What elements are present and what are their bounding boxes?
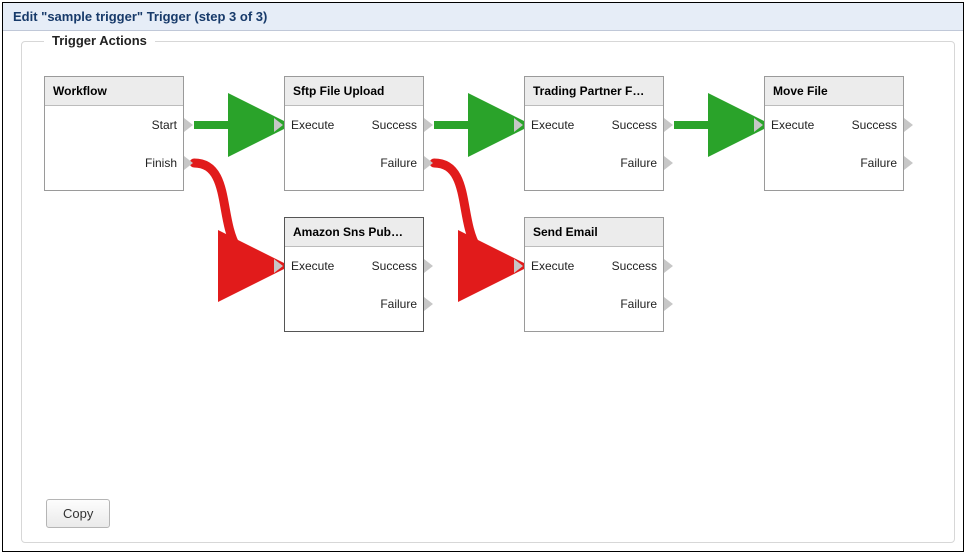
port-failure[interactable]: Failure [620,297,657,311]
port-execute[interactable]: Execute [291,259,334,273]
arrowhead-icon [274,118,283,132]
arrowhead-icon [664,259,673,273]
port-execute[interactable]: Execute [531,259,574,273]
node-trading[interactable]: Trading Partner F… Execute Success Failu… [524,76,664,191]
edge-sftp-failure-to-email [434,163,512,266]
node-email-title: Send Email [525,218,663,247]
arrowhead-icon [664,297,673,311]
node-sftp-title: Sftp File Upload [285,77,423,106]
port-finish[interactable]: Finish [145,156,177,170]
node-email[interactable]: Send Email Execute Success Failure [524,217,664,332]
port-failure[interactable]: Failure [380,297,417,311]
edge-finish-to-sns [194,163,272,266]
port-success[interactable]: Success [612,118,657,132]
arrowhead-icon [514,118,523,132]
arrowhead-icon [184,118,193,132]
editor-window: Edit "sample trigger" Trigger (step 3 of… [2,2,964,552]
arrowhead-icon [424,118,433,132]
port-execute[interactable]: Execute [291,118,334,132]
workflow-canvas[interactable]: Workflow Start Finish Sftp File Upload E… [34,76,948,492]
port-failure[interactable]: Failure [620,156,657,170]
window-title: Edit "sample trigger" Trigger (step 3 of… [3,3,963,31]
node-sns-title: Amazon Sns Pub… [285,218,423,247]
port-success[interactable]: Success [372,259,417,273]
node-trading-title: Trading Partner F… [525,77,663,106]
arrowhead-icon [274,259,283,273]
arrowhead-icon [664,156,673,170]
port-success[interactable]: Success [612,259,657,273]
port-start[interactable]: Start [152,118,177,132]
copy-button[interactable]: Copy [46,499,110,528]
arrowhead-icon [514,259,523,273]
node-sns-body: Execute Success Failure [285,247,423,331]
arrowhead-icon [904,118,913,132]
port-execute[interactable]: Execute [531,118,574,132]
node-trading-body: Execute Success Failure [525,106,663,190]
node-workflow-title: Workflow [45,77,183,106]
arrowhead-icon [424,297,433,311]
panel-title: Trigger Actions [44,33,155,48]
arrowhead-icon [664,118,673,132]
node-workflow[interactable]: Workflow Start Finish [44,76,184,191]
port-success[interactable]: Success [852,118,897,132]
node-sftp[interactable]: Sftp File Upload Execute Success Failure [284,76,424,191]
port-execute[interactable]: Execute [771,118,814,132]
arrowhead-icon [424,156,433,170]
node-sftp-body: Execute Success Failure [285,106,423,190]
node-move-title: Move File [765,77,903,106]
node-email-body: Execute Success Failure [525,247,663,331]
arrowhead-icon [184,156,193,170]
arrowhead-icon [904,156,913,170]
node-workflow-body: Start Finish [45,106,183,190]
port-failure[interactable]: Failure [380,156,417,170]
arrowhead-icon [754,118,763,132]
port-success[interactable]: Success [372,118,417,132]
trigger-actions-panel: Trigger Actions [21,41,955,543]
arrowhead-icon [424,259,433,273]
port-failure[interactable]: Failure [860,156,897,170]
node-move[interactable]: Move File Execute Success Failure [764,76,904,191]
node-move-body: Execute Success Failure [765,106,903,190]
node-sns[interactable]: Amazon Sns Pub… Execute Success Failure [284,217,424,332]
